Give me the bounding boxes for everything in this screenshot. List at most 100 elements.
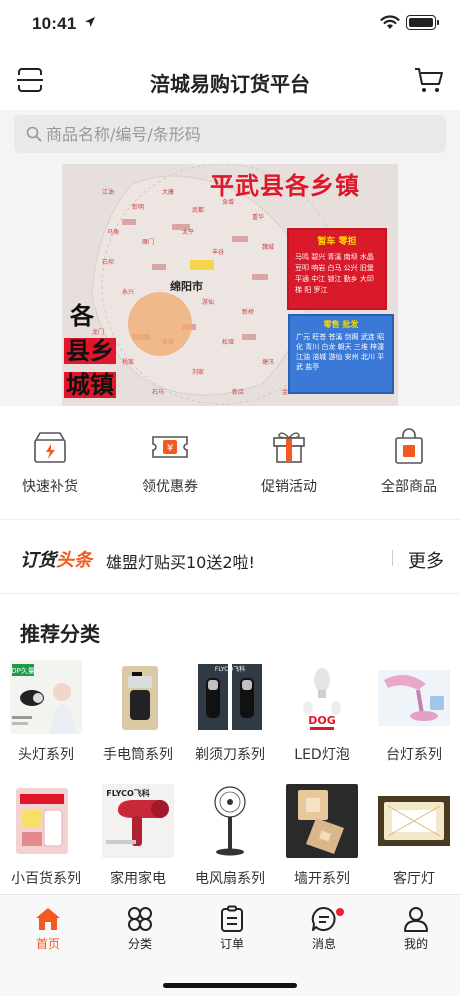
bulb-brand-text: DOG xyxy=(308,714,336,727)
svg-text:马角: 马角 xyxy=(107,228,119,236)
legend-freight-body: 马鸣 碧兴 青溪 南坝 水晶 豆叩 响岩 白马 公兴 旧堡 平通 中江 锁江 勤… xyxy=(295,253,374,294)
tab-home[interactable]: 首页 xyxy=(2,905,94,952)
tab-category[interactable]: 分类 xyxy=(94,905,186,952)
tab-orders-label: 订单 xyxy=(219,937,244,951)
tab-profile-label: 我的 xyxy=(403,937,428,951)
category-label: 家用家电 xyxy=(110,871,166,887)
status-time: 10:41 xyxy=(32,14,77,33)
banner-left-text-3: 城镇 xyxy=(64,371,116,399)
flashlight-image xyxy=(102,660,174,734)
quick-restock[interactable]: 快速补货 xyxy=(0,428,105,496)
banner-title: 平武县各乡镇 xyxy=(210,172,360,200)
search-icon xyxy=(26,126,42,142)
page-title: 涪城易购订货平台 xyxy=(150,72,310,96)
tab-messages-label: 消息 xyxy=(311,937,336,951)
svg-text:大康: 大康 xyxy=(162,188,174,196)
headlamp-image: DP久量 xyxy=(10,660,82,734)
quick-promo[interactable]: 促销活动 xyxy=(234,428,344,496)
svg-text:刘家: 刘家 xyxy=(192,368,204,376)
svg-text:魏城: 魏城 xyxy=(262,243,274,251)
svg-text:¥: ¥ xyxy=(167,443,173,454)
svg-text:武都: 武都 xyxy=(192,206,204,214)
section-title-categories: 推荐分类 xyxy=(20,622,100,646)
category-grid-icon xyxy=(128,907,152,931)
app-header: 涪城易购订货平台 xyxy=(0,50,460,110)
news-tag-prefix: 订货 xyxy=(20,550,56,571)
quick-coupon[interactable]: ¥ 领优惠券 xyxy=(115,428,225,496)
svg-text:石坝: 石坝 xyxy=(102,258,114,266)
gift-icon xyxy=(273,432,305,463)
category-label: 头灯系列 xyxy=(18,747,74,763)
desk-lamp-image xyxy=(378,660,450,734)
headlamp-brand-text: DP久量 xyxy=(11,666,35,675)
svg-text:彰明: 彰明 xyxy=(132,203,144,211)
legend-freight-title: 暂车 零担 xyxy=(317,237,357,247)
coupon-icon: ¥ xyxy=(152,436,188,458)
home-indicator xyxy=(163,983,297,988)
news-more-link[interactable]: 更多 xyxy=(408,547,444,573)
quick-all-products-label: 全部商品 xyxy=(381,479,437,495)
category-label: 墙开系列 xyxy=(294,871,350,887)
tab-category-label: 分类 xyxy=(127,937,152,951)
category-label: 台灯系列 xyxy=(386,747,442,763)
category-label: 电风扇系列 xyxy=(195,871,265,887)
home-icon xyxy=(36,908,60,930)
battery-icon xyxy=(406,15,439,30)
box-lightning-icon xyxy=(34,432,66,463)
status-bar: 10:41 xyxy=(0,0,460,50)
shaver-image: FLYCO飞科 xyxy=(194,660,266,734)
quick-all-products[interactable]: 全部商品 xyxy=(354,428,460,496)
svg-text:新桥: 新桥 xyxy=(242,308,254,316)
svg-text:丰谷: 丰谷 xyxy=(212,248,224,256)
promo-banner[interactable]: 江油彰明大康 武都含增重华 马角雁门太平 丰谷魏城石坝 永兴游仙新桥 吴家松垭塘… xyxy=(62,164,398,406)
category-label: LED灯泡 xyxy=(294,747,350,763)
news-ticker[interactable]: 订货头条 雄盟灯贴买10送2啦! 更多 xyxy=(0,522,460,594)
banner-left-text-2: 县乡 xyxy=(64,337,116,365)
bottom-tab-bar: 首页 分类 订单 消息 我的 xyxy=(0,894,460,996)
message-icon xyxy=(311,906,336,931)
category-label: 小百货系列 xyxy=(11,871,81,887)
wifi-icon xyxy=(380,15,400,29)
news-divider xyxy=(392,550,393,566)
news-headline[interactable]: 雄盟灯贴买10送2啦! xyxy=(106,549,255,573)
hair-dryer-brand-text: FLYCO飞科 xyxy=(106,788,150,798)
news-tag: 订货头条 xyxy=(20,546,92,572)
svg-text:松垭: 松垭 xyxy=(222,338,234,346)
cart-icon[interactable] xyxy=(414,66,444,94)
svg-text:游仙: 游仙 xyxy=(202,298,214,306)
search-bar xyxy=(0,110,460,164)
news-tag-highlight: 头条 xyxy=(56,550,92,571)
led-bulb-image: DOG xyxy=(286,660,358,734)
electric-fan-image xyxy=(194,784,266,858)
svg-text:雁门: 雁门 xyxy=(142,238,154,246)
legend-retail: 零售 批发 广元 旺苍 苍溪 剑阁 武连 昭化 青川 白龙 朝天 三堆 梓潼 江… xyxy=(288,314,394,394)
banner-left-text-1: 各 xyxy=(70,302,94,330)
shaver-brand-text: FLYCO飞科 xyxy=(215,665,245,673)
search-input[interactable] xyxy=(46,115,436,153)
wall-switch-image xyxy=(286,784,358,858)
svg-text:江油: 江油 xyxy=(102,188,114,196)
search-box[interactable] xyxy=(14,115,446,153)
quick-restock-label: 快速补货 xyxy=(22,479,78,495)
order-list-icon xyxy=(221,905,243,932)
category-label: 剃须刀系列 xyxy=(195,747,265,763)
legend-retail-title: 零售 批发 xyxy=(323,320,359,329)
user-icon xyxy=(404,907,428,932)
tab-messages[interactable]: 消息 xyxy=(278,905,370,952)
quick-coupon-label: 领优惠券 xyxy=(142,479,198,495)
tab-profile[interactable]: 我的 xyxy=(370,905,460,952)
bag-icon xyxy=(395,428,423,464)
svg-text:杨家: 杨家 xyxy=(122,358,134,366)
tab-orders[interactable]: 订单 xyxy=(186,905,278,952)
banner-area: 江油彰明大康 武都含增重华 马角雁门太平 丰谷魏城石坝 永兴游仙新桥 吴家松垭塘… xyxy=(0,164,460,406)
svg-text:石马: 石马 xyxy=(152,388,164,396)
map-highlight-circle xyxy=(128,292,192,356)
location-arrow-icon xyxy=(85,17,95,27)
unread-badge xyxy=(336,908,344,916)
hair-dryer-image: FLYCO飞科 xyxy=(102,784,174,858)
category-label: 客厅灯 xyxy=(393,871,435,887)
ceiling-lamp-image xyxy=(378,784,450,858)
quick-actions: 快速补货 ¥ 领优惠券 促销活动 全部商品 xyxy=(0,406,460,520)
tab-home-label: 首页 xyxy=(35,937,60,951)
svg-text:永兴: 永兴 xyxy=(122,288,134,296)
